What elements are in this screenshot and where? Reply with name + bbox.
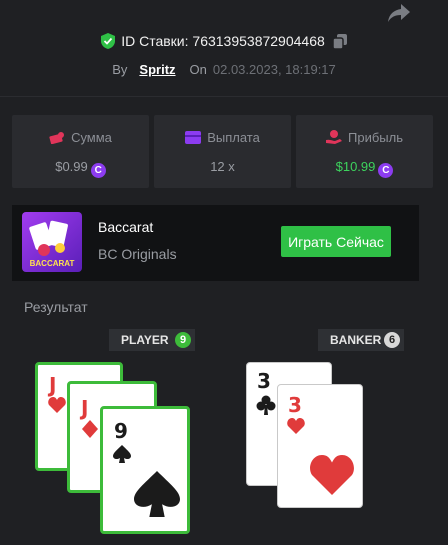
heart-large-icon [310,455,354,495]
bet-id-label: ID Ставки: 76313953872904468 [121,33,325,49]
divider [0,96,448,97]
heart-small-icon [287,418,305,434]
card-rank: J [49,373,57,397]
username-link[interactable]: Spritz [139,62,175,77]
stat-amount-label: Сумма [71,130,112,145]
stat-profit: Прибыль $10.99 C [296,115,433,188]
club-icon [256,395,276,415]
stat-profit-label: Прибыль [348,130,403,145]
diamond-icon [82,420,98,438]
copy-icon[interactable] [332,34,347,49]
player-label: PLAYER [121,333,169,347]
banker-score: 6 [384,332,400,348]
game-name: Baccarat [98,219,154,235]
wallet-icon [185,131,202,144]
coin-icon: C [378,163,394,178]
banker-tag: BANKER 6 [318,329,404,351]
player-tag: PLAYER 9 [109,329,195,351]
bet-amount-icon [49,132,65,145]
shield-check-icon [101,33,116,49]
bet-date: 02.03.2023, 18:19:17 [212,62,336,77]
spade-large-icon [134,471,180,517]
stat-amount-value: $0.99 [55,159,88,174]
profit-icon [326,130,342,144]
on-label: On [189,62,207,77]
game-thumbnail-text: BACCARAT [29,259,75,268]
stat-payout-label: Выплата [207,130,260,145]
banker-card-2: 3 [277,384,363,508]
banker-label: BANKER [330,333,382,347]
bet-id-row: ID Ставки: 76313953872904468 [0,33,448,49]
card-rank: 9 [114,419,128,443]
stat-payout-value: 12 x [210,159,235,174]
by-label: By [112,62,128,77]
player-card-3: 9 [100,406,190,534]
card-rank: J [81,396,89,420]
card-rank: 3 [288,393,302,417]
play-now-button[interactable]: Играть Сейчас [281,226,391,257]
bet-meta: By Spritz On 02.03.2023, 18:19:17 [0,62,448,77]
game-card: BACCARAT Baccarat BC Originals Играть Се… [12,205,419,281]
stat-amount: Сумма $0.99 C [12,115,149,188]
stat-payout: Выплата 12 x [154,115,291,188]
card-rank: 3 [257,369,271,393]
coin-icon: C [90,163,106,178]
game-provider: BC Originals [98,246,177,262]
player-score: 9 [175,332,191,348]
game-thumbnail[interactable]: BACCARAT [22,212,82,272]
heart-icon [48,397,66,413]
stat-profit-value: $10.99 [335,159,376,174]
share-icon[interactable] [386,2,412,24]
result-label: Результат [24,299,88,315]
spade-small-icon [113,445,131,463]
